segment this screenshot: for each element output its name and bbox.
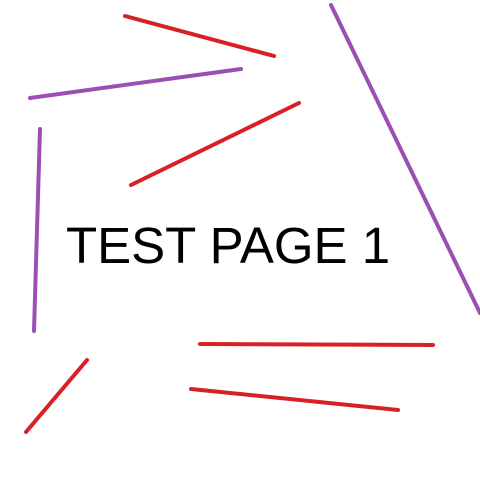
purple-line-upper: [28, 67, 243, 100]
purple-line-left-vertical: [32, 127, 42, 333]
red-line-top: [123, 14, 276, 58]
red-line-bottom: [189, 387, 400, 412]
red-line-bottom-left-diagonal: [24, 358, 89, 434]
red-line-upper-diagonal: [129, 101, 301, 187]
paint-canvas: TEST PAGE 1: [0, 0, 480, 480]
red-line-lower-horizontal: [198, 342, 435, 347]
page-title: TEST PAGE 1: [66, 217, 391, 274]
